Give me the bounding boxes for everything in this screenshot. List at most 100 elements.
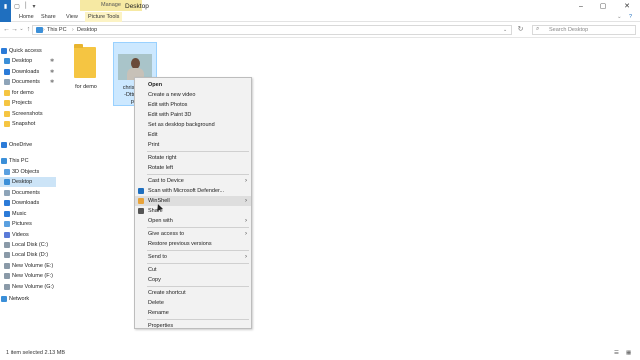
sidebar-item[interactable]: OneDrive <box>0 140 56 150</box>
menu-item-cut[interactable]: Cut <box>135 265 251 275</box>
properties-quick-icon[interactable]: ▢ <box>13 2 21 10</box>
breadcrumb-desktop[interactable]: Desktop <box>77 27 97 33</box>
sidebar-item[interactable]: Desktop ✱ <box>0 56 56 66</box>
tab-picture-tools[interactable]: Picture Tools <box>85 12 123 22</box>
menu-item-create-shortcut[interactable]: Create shortcut <box>135 288 251 298</box>
refresh-icon[interactable]: ↻ <box>516 25 525 34</box>
sidebar-item[interactable]: Documents ✱ <box>0 77 56 87</box>
menu-item-label: Cast to Device <box>148 178 184 184</box>
sidebar-item[interactable]: Screenshots <box>0 109 56 119</box>
sidebar-item-label: Downloads <box>12 69 40 75</box>
close-icon[interactable]: ✕ <box>616 1 638 11</box>
sidebar-item[interactable]: Network <box>0 294 56 304</box>
menu-item-label: Give access to <box>148 231 185 237</box>
menu-item-label: Rotate left <box>148 165 174 171</box>
menu-item-edit-with-photos[interactable]: Edit with Photos <box>135 100 251 110</box>
download-icon <box>4 200 10 206</box>
sidebar-item[interactable]: Downloads ✱ <box>0 67 56 77</box>
chevron-right-icon[interactable]: › <box>72 27 74 33</box>
menu-item-give-access-to[interactable]: Give access to › <box>135 229 251 239</box>
sidebar-item-label: Videos <box>12 232 29 238</box>
path-box[interactable]: › This PC › Desktop ⌄ <box>32 25 512 35</box>
menu-item-properties[interactable]: Properties <box>135 321 251 331</box>
menu-item-delete[interactable]: Delete <box>135 298 251 308</box>
sidebar-item[interactable]: New Volume (G:) <box>0 282 56 292</box>
sidebar-item-label: for demo <box>12 90 34 96</box>
sidebar-item[interactable]: for demo <box>0 88 56 98</box>
menu-item-edit[interactable]: Edit <box>135 130 251 140</box>
defender-icon <box>138 188 144 194</box>
folder-icon[interactable] <box>74 44 96 78</box>
sidebar-item[interactable]: Local Disk (C:) <box>0 240 56 250</box>
menu-item-print[interactable]: Print <box>135 140 251 150</box>
breadcrumb-this-pc[interactable]: This PC <box>47 27 67 33</box>
sidebar-item-label: OneDrive <box>9 142 33 148</box>
sidebar-item[interactable]: Pictures <box>0 219 56 229</box>
menu-item-edit-with-paint-3d[interactable]: Edit with Paint 3D <box>135 110 251 120</box>
menu-item-restore-previous-versions[interactable]: Restore previous versions <box>135 239 251 249</box>
chevron-right-icon[interactable]: › <box>43 27 45 33</box>
sidebar-item-label: Local Disk (C:) <box>12 242 49 248</box>
minimize-icon[interactable]: – <box>570 1 592 11</box>
sidebar-item[interactable]: Local Disk (D:) <box>0 250 56 260</box>
sidebar-item-label: Screenshots <box>12 111 43 117</box>
file-tab[interactable] <box>0 12 11 22</box>
tab-share[interactable]: Share <box>38 12 59 22</box>
tab-home[interactable]: Home <box>16 12 37 22</box>
sidebar-item[interactable]: Snapshot <box>0 119 56 129</box>
sidebar-item[interactable]: Desktop <box>0 177 56 187</box>
videos-icon <box>4 232 10 238</box>
folder-icon <box>4 100 10 106</box>
customize-quick-access-icon[interactable]: ▾ <box>30 2 38 10</box>
disk-icon <box>4 284 10 290</box>
menu-item-cast-to-device[interactable]: Cast to Device › <box>135 176 251 186</box>
menu-item-rotate-left[interactable]: Rotate left <box>135 163 251 173</box>
search-icon: ⌕ <box>536 26 540 32</box>
undo-quick-icon[interactable]: │ <box>22 2 30 10</box>
folder-icon <box>4 90 10 96</box>
menu-item-label: Open with <box>148 218 173 224</box>
folder-label[interactable]: for demo <box>66 84 106 91</box>
menu-separator <box>147 151 249 152</box>
sidebar-item[interactable]: Music <box>0 209 56 219</box>
help-icon[interactable]: ? <box>626 12 635 22</box>
sidebar-item[interactable]: New Volume (E:) <box>0 261 56 271</box>
sidebar-item[interactable]: Quick access <box>0 46 56 56</box>
chevron-down-icon[interactable]: ⌄ <box>503 27 507 33</box>
explorer-app-icon[interactable]: ▮ <box>0 0 11 12</box>
expand-ribbon-icon[interactable]: ⌄ <box>614 12 625 22</box>
chevron-right-icon: › <box>245 218 247 224</box>
search-input[interactable]: ⌕ Search Desktop <box>532 25 636 35</box>
pc-icon <box>1 158 7 164</box>
menu-item-rotate-right[interactable]: Rotate right <box>135 153 251 163</box>
menu-item-scan-with-microsoft-defender[interactable]: Scan with Microsoft Defender... <box>135 186 251 196</box>
folder-icon <box>4 121 10 127</box>
details-view-icon[interactable]: ☰ <box>614 350 619 356</box>
menu-item-label: Copy <box>148 277 161 283</box>
sidebar-item[interactable]: Downloads <box>0 198 56 208</box>
menu-item-label: Rotate right <box>148 155 177 161</box>
menu-separator <box>147 319 249 320</box>
menu-item-open-with[interactable]: Open with › <box>135 216 251 226</box>
menu-item-winshell[interactable]: WinShell › <box>135 196 251 206</box>
menu-item-label: Print <box>148 142 160 148</box>
menu-item-copy[interactable]: Copy <box>135 275 251 285</box>
menu-item-share[interactable]: Share <box>135 206 251 216</box>
sidebar-item[interactable]: Projects <box>0 98 56 108</box>
menu-item-open[interactable]: Open <box>135 80 251 90</box>
sidebar-item[interactable]: Documents <box>0 188 56 198</box>
menu-item-send-to[interactable]: Send to › <box>135 252 251 262</box>
sidebar-item[interactable]: 3D Objects <box>0 167 56 177</box>
menu-item-create-a-new-video[interactable]: Create a new video <box>135 90 251 100</box>
menu-item-label: Properties <box>148 323 174 329</box>
maximize-icon[interactable]: ▢ <box>592 1 614 11</box>
menu-item-set-as-desktop-background[interactable]: Set as desktop background <box>135 120 251 130</box>
sidebar-item[interactable]: This PC <box>0 156 56 166</box>
sidebar-item[interactable]: New Volume (F:) <box>0 271 56 281</box>
large-icons-view-icon[interactable]: ▦ <box>626 350 631 356</box>
sidebar-item-label: Desktop <box>12 58 33 64</box>
sidebar-item-label: Pictures <box>12 221 32 227</box>
menu-item-rename[interactable]: Rename <box>135 308 251 318</box>
tab-view[interactable]: View <box>63 12 81 22</box>
sidebar-item[interactable]: Videos <box>0 230 56 240</box>
